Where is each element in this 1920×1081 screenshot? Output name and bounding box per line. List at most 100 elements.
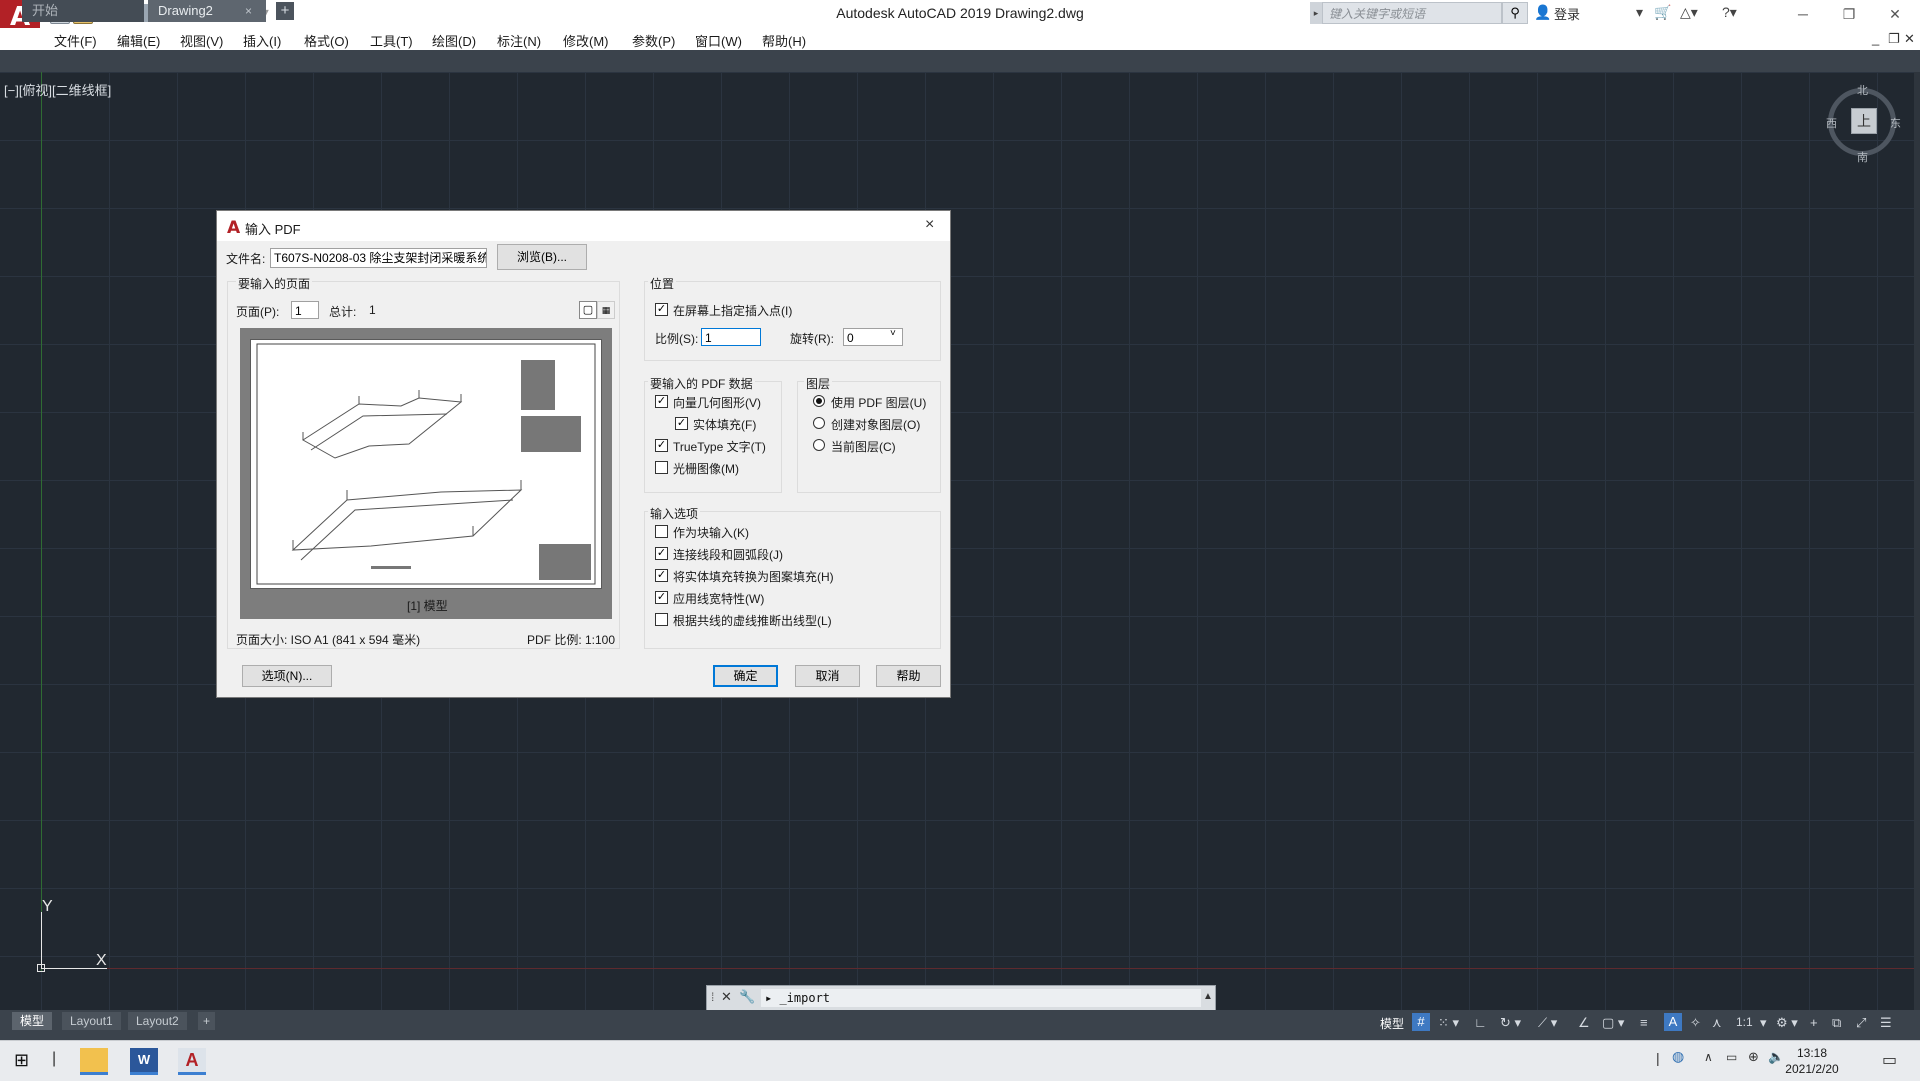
taskbar-clock[interactable]: 13:18 2021/2/20	[1776, 1045, 1848, 1077]
convert-fills-checkbox[interactable]: ✓	[655, 569, 668, 582]
as-block-checkbox[interactable]	[655, 525, 668, 538]
notification-icon[interactable]: ▭	[1882, 1050, 1897, 1070]
insert-on-screen-checkbox[interactable]: ✓	[655, 303, 668, 316]
menu-draw[interactable]: 绘图(D)	[432, 31, 476, 50]
annotation-monitor-icon[interactable]: +	[1810, 1015, 1818, 1030]
doc-minimize-icon[interactable]: _	[1872, 31, 1879, 46]
viewcube-top-face[interactable]: 上	[1851, 108, 1877, 134]
command-close-icon[interactable]: ✕	[721, 989, 732, 1005]
network-globe-icon[interactable]: ⊕	[1748, 1049, 1759, 1065]
battery-icon[interactable]: ▭	[1726, 1050, 1737, 1064]
viewcube-south-label[interactable]: 南	[1857, 149, 1868, 165]
autocad-taskbar-icon[interactable]: A	[178, 1048, 206, 1075]
menu-insert[interactable]: 插入(I)	[243, 31, 281, 50]
dialog-close-button[interactable]: ×	[925, 216, 934, 234]
help-icon[interactable]: ?▾	[1722, 4, 1737, 21]
dialog-title-bar[interactable]	[217, 211, 950, 241]
object-snap-icon[interactable]: ▢ ▾	[1602, 1015, 1624, 1031]
cancel-button[interactable]: 取消	[795, 665, 860, 687]
browse-button[interactable]: 浏览(B)...	[497, 244, 587, 270]
options-button[interactable]: 选项(N)...	[242, 665, 332, 687]
annotation-scale-icon[interactable]: ⋏	[1712, 1015, 1722, 1031]
close-window-button[interactable]: ✕	[1872, 0, 1918, 28]
menu-parametric[interactable]: 参数(P)	[632, 31, 675, 50]
lineweight-icon[interactable]: ≡	[1640, 1015, 1648, 1030]
canvas-scrollbar[interactable]	[1914, 72, 1920, 1010]
solid-fill-checkbox[interactable]: ✓	[675, 417, 688, 430]
windows-start-icon[interactable]: ⊞	[14, 1050, 29, 1071]
word-icon[interactable]: W	[130, 1048, 158, 1075]
menu-format[interactable]: 格式(O)	[304, 31, 349, 50]
raster-checkbox[interactable]	[655, 461, 668, 474]
fullscreen-icon[interactable]: ⤢	[1856, 1015, 1866, 1031]
scale-chevron-down-icon[interactable]: ▾	[1760, 1015, 1767, 1031]
input-method-icon[interactable]: ◍	[1672, 1048, 1684, 1065]
infer-linetypes-checkbox[interactable]	[655, 613, 668, 626]
annotation-scale-value[interactable]: 1:1	[1736, 1015, 1753, 1029]
viewport-controls[interactable]: [−][俯视][二维线框]	[4, 80, 111, 99]
layout-tab-layout2[interactable]: Layout2	[128, 1012, 187, 1030]
binoculars-icon[interactable]: ⚲	[1502, 2, 1528, 24]
truetype-checkbox[interactable]: ✓	[655, 439, 668, 452]
ortho-icon[interactable]: ∟	[1474, 1015, 1487, 1030]
grip-icon[interactable]: ⁞	[711, 990, 714, 1004]
search-input[interactable]: 键入关键字或短语	[1322, 2, 1502, 24]
viewcube-west-label[interactable]: 西	[1826, 115, 1837, 131]
rotation-chevron-down-icon[interactable]: ˅	[890, 328, 896, 339]
search-expand-icon[interactable]: ▸	[1310, 2, 1322, 24]
new-tab-button[interactable]: +	[276, 2, 294, 20]
exchange-icon[interactable]: △▾	[1680, 4, 1698, 21]
menu-edit[interactable]: 编辑(E)	[117, 31, 160, 50]
menu-tools[interactable]: 工具(T)	[370, 31, 413, 50]
snap-icon[interactable]: ⁙ ▾	[1438, 1015, 1459, 1031]
filename-field[interactable]: T607S-N0208-03 除尘支架封闭采暖系统图-A1.pdf	[270, 248, 487, 268]
hamburger-menu-icon[interactable]: ☰	[1880, 1015, 1892, 1031]
auto-scale-icon[interactable]: ✧	[1690, 1015, 1701, 1031]
restore-button[interactable]: ❐	[1826, 0, 1872, 28]
thumbnail-grid-icon[interactable]: ▦	[597, 301, 615, 319]
ucs-origin-icon[interactable]	[37, 964, 45, 972]
layout-tab-layout1[interactable]: Layout1	[62, 1012, 121, 1030]
join-segments-checkbox[interactable]: ✓	[655, 547, 668, 560]
polar-tracking-icon[interactable]: ↻ ▾	[1500, 1015, 1521, 1031]
isodraft-icon[interactable]: ⟋ ▾	[1538, 1015, 1557, 1031]
tab-close-icon[interactable]: ×	[245, 0, 252, 22]
create-object-layers-radio[interactable]	[813, 417, 825, 429]
help-button[interactable]: 帮助	[876, 665, 941, 687]
menu-window[interactable]: 窗口(W)	[695, 31, 742, 50]
doc-restore-icon[interactable]: ❐	[1888, 31, 1900, 47]
object-snap-tracking-icon[interactable]: ∠	[1578, 1015, 1590, 1031]
cart-icon[interactable]: 🛒	[1654, 4, 1671, 21]
sign-in-link[interactable]: 登录	[1554, 4, 1580, 23]
annotation-visibility-icon[interactable]: A	[1664, 1013, 1682, 1031]
minimize-button[interactable]: ─	[1780, 0, 1826, 28]
file-explorer-icon[interactable]	[80, 1048, 108, 1075]
current-layer-radio[interactable]	[813, 439, 825, 451]
task-view-icon[interactable]: |	[52, 1050, 56, 1068]
doc-close-icon[interactable]: ✕	[1904, 31, 1915, 47]
apply-lineweight-checkbox[interactable]: ✓	[655, 591, 668, 604]
grid-icon[interactable]: #	[1412, 1013, 1430, 1031]
model-space-toggle[interactable]: 模型	[1380, 1015, 1404, 1032]
menu-modify[interactable]: 修改(M)	[563, 31, 609, 50]
menu-view[interactable]: 视图(V)	[180, 31, 223, 50]
ok-button[interactable]: 确定	[713, 665, 778, 687]
menu-dimension[interactable]: 标注(N)	[497, 31, 541, 50]
viewcube-east-label[interactable]: 东	[1890, 115, 1901, 131]
single-page-view-icon[interactable]: ▢	[579, 301, 597, 319]
page-input[interactable]: 1	[291, 301, 319, 319]
workspace-gear-icon[interactable]: ⚙ ▾	[1776, 1015, 1798, 1031]
layout-tab-model[interactable]: 模型	[12, 1012, 53, 1030]
command-history-chevron-icon[interactable]: ▲	[1203, 991, 1213, 1002]
menu-file[interactable]: 文件(F)	[54, 31, 97, 50]
wrench-icon[interactable]: 🔧	[739, 989, 755, 1005]
command-input[interactable]: ▸ _import	[761, 989, 1201, 1007]
chevron-down-icon[interactable]: ▾	[1636, 4, 1643, 21]
isolate-objects-icon[interactable]: ⧉	[1832, 1015, 1841, 1031]
viewcube-north-label[interactable]: 北	[1857, 82, 1868, 98]
add-layout-button[interactable]: +	[198, 1012, 216, 1030]
tray-chevron-icon[interactable]: ∧	[1704, 1050, 1713, 1064]
vector-geometry-checkbox[interactable]: ✓	[655, 395, 668, 408]
tab-start[interactable]: 开始	[22, 0, 144, 22]
scale-input[interactable]: 1	[701, 328, 761, 346]
